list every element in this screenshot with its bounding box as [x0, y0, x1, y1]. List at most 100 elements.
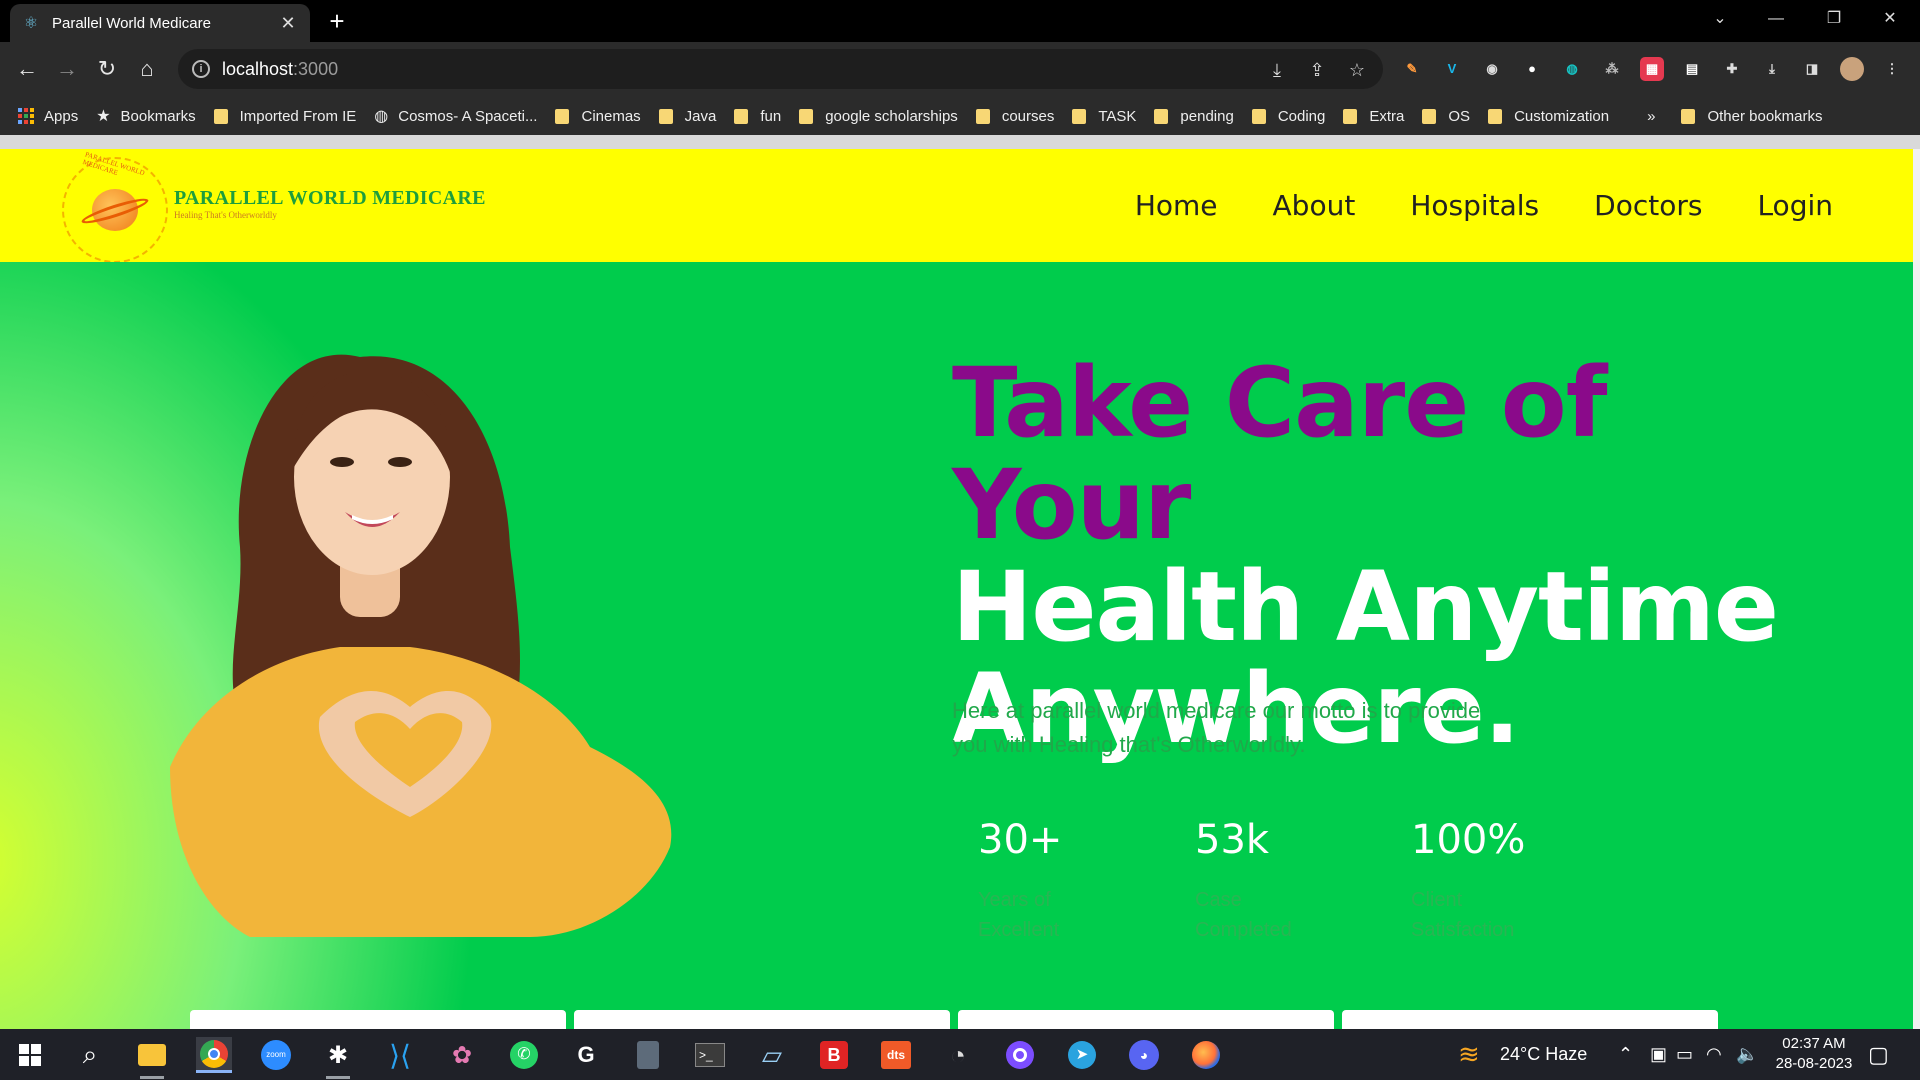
tab-search-icon[interactable]: ⌄: [1692, 0, 1748, 38]
notifications-icon[interactable]: ▢: [1868, 1029, 1889, 1080]
bookmark-apps[interactable]: Apps: [18, 108, 78, 125]
bookmark-folder[interactable]: courses: [975, 108, 1054, 125]
firefox-icon[interactable]: [1188, 1037, 1224, 1073]
folder-icon: [1488, 108, 1503, 124]
folder-icon: [1072, 108, 1087, 124]
bookmark-star-icon[interactable]: ☆: [1346, 59, 1368, 81]
dropper-extension-icon[interactable]: ⁂: [1600, 57, 1624, 81]
bookmarks-overflow-button[interactable]: »: [1647, 108, 1655, 125]
pen-extension-icon[interactable]: ✎: [1400, 57, 1424, 81]
chrome-icon[interactable]: [196, 1037, 232, 1073]
folder-icon: [1422, 108, 1437, 124]
stat-cases: 53k Case Completed: [1195, 817, 1292, 945]
bookmark-folder[interactable]: pending: [1154, 107, 1234, 125]
tab-title: Parallel World Medicare: [52, 14, 211, 32]
windows-start-icon[interactable]: [12, 1037, 48, 1073]
vimeo-extension-icon[interactable]: V: [1440, 57, 1464, 81]
search-icon[interactable]: ⌕: [72, 1037, 108, 1073]
feature-card[interactable]: [958, 1010, 1334, 1029]
file-explorer-icon[interactable]: [134, 1037, 170, 1079]
minimize-button[interactable]: —: [1748, 0, 1804, 38]
nav-home[interactable]: Home: [1135, 189, 1218, 222]
bookmark-label: pending: [1180, 107, 1234, 125]
back-button[interactable]: ←: [12, 54, 42, 84]
site-info-icon[interactable]: i: [192, 60, 210, 78]
bookmark-folder[interactable]: Extra: [1343, 108, 1404, 125]
feature-card[interactable]: [190, 1010, 566, 1029]
downloads-icon[interactable]: ⤓: [1760, 57, 1784, 81]
close-window-button[interactable]: ✕: [1862, 0, 1918, 38]
zoom-icon[interactable]: zoom: [258, 1037, 294, 1073]
restore-button[interactable]: ❐: [1806, 0, 1862, 38]
feature-card[interactable]: [574, 1010, 950, 1029]
new-tab-button[interactable]: +: [322, 6, 352, 36]
wifi-icon[interactable]: ◠: [1706, 1029, 1722, 1080]
bookmark-label: Cosmos- A Spaceti...: [398, 107, 538, 125]
battery-icon[interactable]: ▭: [1676, 1029, 1693, 1080]
paint-icon[interactable]: ✿: [444, 1037, 480, 1073]
address-bar[interactable]: i localhost:3000 ⤓ ⇪ ☆: [178, 49, 1383, 89]
bookmark-folder[interactable]: OS: [1422, 108, 1470, 125]
bookmark-cosmos[interactable]: ◍ Cosmos- A Spaceti...: [374, 106, 537, 126]
bookmark-folder[interactable]: google scholarships: [799, 108, 958, 125]
feature-card[interactable]: [1342, 1010, 1718, 1029]
install-app-icon[interactable]: ⤓: [1266, 59, 1288, 81]
obs-icon[interactable]: ◔: [940, 1037, 976, 1073]
other-bookmarks-folder[interactable]: Other bookmarks: [1681, 108, 1823, 125]
bookmark-folder[interactable]: TASK: [1072, 108, 1136, 125]
share-icon[interactable]: ⇪: [1306, 59, 1328, 81]
slack-icon[interactable]: ✱: [320, 1037, 356, 1079]
notes-app-icon[interactable]: ▱: [754, 1037, 790, 1073]
nav-hospitals[interactable]: Hospitals: [1410, 189, 1539, 222]
menu-kebab-icon[interactable]: ⋮: [1880, 57, 1904, 81]
home-button[interactable]: ⌂: [132, 54, 162, 84]
nav-login[interactable]: Login: [1757, 189, 1833, 222]
nav-about[interactable]: About: [1273, 189, 1356, 222]
discord-icon[interactable]: ◕: [1126, 1037, 1162, 1073]
globe-icon: ◍: [374, 108, 389, 125]
calculator-icon[interactable]: [630, 1037, 666, 1073]
notes-extension-icon[interactable]: ▤: [1680, 57, 1704, 81]
volume-icon[interactable]: 🔈: [1736, 1029, 1758, 1080]
browser-tab[interactable]: ⚛ Parallel World Medicare ✕: [10, 4, 310, 42]
bookmark-folder[interactable]: Customization: [1488, 108, 1609, 125]
tray-chevron-icon[interactable]: ⌃: [1618, 1029, 1633, 1080]
circle-extension-icon[interactable]: ●: [1520, 57, 1544, 81]
github-desktop-icon[interactable]: G: [568, 1037, 604, 1073]
nav-doctors[interactable]: Doctors: [1594, 189, 1702, 222]
bookmark-folder[interactable]: Coding: [1251, 108, 1325, 125]
profile-avatar[interactable]: [1840, 57, 1864, 81]
bookmark-folder[interactable]: Imported From IE: [213, 108, 356, 125]
bookmark-bookmarks[interactable]: ★ Bookmarks: [96, 106, 195, 126]
screen-recorder-icon[interactable]: [1002, 1037, 1038, 1073]
close-tab-icon[interactable]: ✕: [278, 13, 298, 34]
red-extension-icon[interactable]: ▦: [1640, 57, 1664, 81]
react-favicon-icon: ⚛: [23, 15, 39, 32]
bookmark-folder[interactable]: fun: [734, 108, 781, 125]
system-clock[interactable]: 02:37 AM 28-08-2023: [1768, 1029, 1860, 1080]
bookmark-folder[interactable]: Cinemas: [555, 108, 641, 125]
reload-button[interactable]: ↻: [92, 54, 122, 84]
weather-haze-icon[interactable]: ≋: [1458, 1029, 1480, 1080]
forward-button[interactable]: →: [52, 54, 82, 84]
side-panel-icon[interactable]: ◨: [1800, 57, 1824, 81]
whatsapp-icon[interactable]: ✆: [506, 1037, 542, 1073]
extensions-puzzle-icon[interactable]: ✚: [1720, 57, 1744, 81]
bookmark-label: Bookmarks: [120, 107, 196, 125]
terminal-icon[interactable]: >_: [692, 1037, 728, 1073]
page-scrollbar[interactable]: [1913, 149, 1920, 1029]
chat-extension-icon[interactable]: ◍: [1560, 57, 1584, 81]
vscode-icon[interactable]: ⟩⟨: [382, 1037, 418, 1073]
url-port: :3000: [293, 58, 339, 79]
bookmark-folder[interactable]: Java: [658, 108, 716, 125]
site-logo[interactable]: PARALLEL WORLD MEDICARE: [62, 150, 168, 263]
meet-now-icon[interactable]: ▣: [1650, 1029, 1667, 1080]
weather-widget[interactable]: 24°C Haze: [1500, 1029, 1587, 1080]
brave-b-icon[interactable]: B: [816, 1037, 852, 1073]
stat-label-line: Excellent: [978, 919, 1060, 941]
telegram-icon[interactable]: ➤: [1064, 1037, 1100, 1073]
face-extension-icon[interactable]: ◉: [1480, 57, 1504, 81]
dts-audio-icon[interactable]: dts: [878, 1037, 914, 1073]
planet-icon: [79, 189, 151, 231]
tagline-line-1: Here at parallel world medicare our mott…: [952, 698, 1481, 723]
